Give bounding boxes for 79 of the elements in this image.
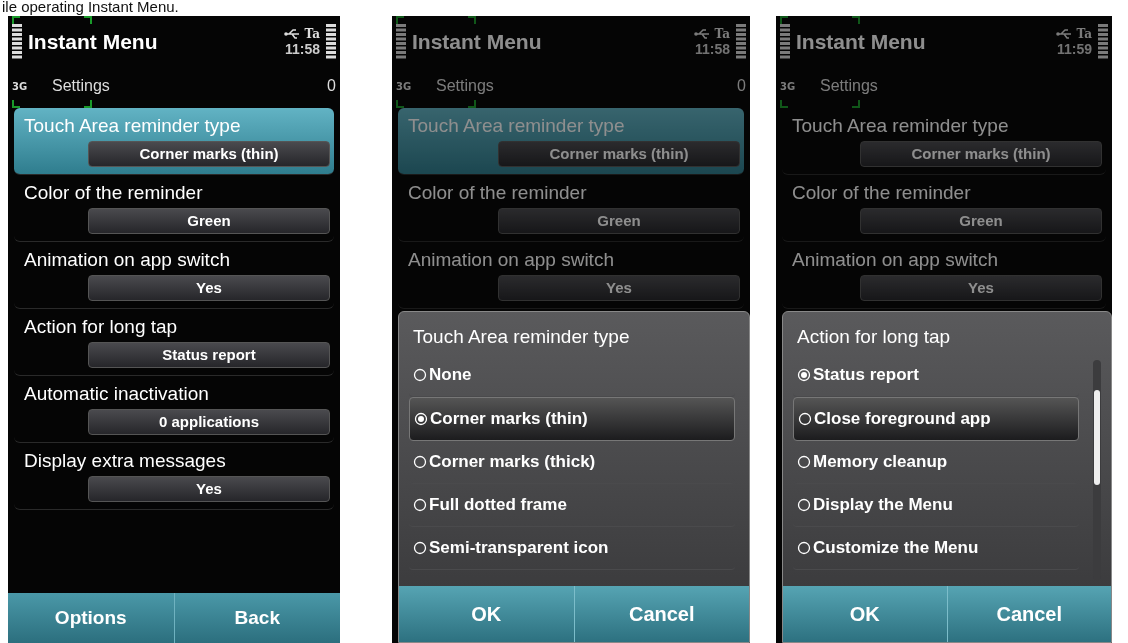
setting-label: Touch Area reminder type (792, 115, 1010, 137)
softkey-button[interactable]: Back (174, 593, 340, 643)
battery-icon (1098, 24, 1108, 60)
view-subtitle: Settings (436, 77, 495, 95)
dialog-title: Action for long tap (796, 325, 952, 349)
setting-item[interactable]: Touch Area reminder type Corner marks (thin) (14, 108, 334, 175)
setting-value-field[interactable]: Green (860, 208, 1102, 234)
setting-item[interactable]: Animation on app switch Yes (782, 242, 1106, 309)
caption-text: ile operating Instant Menu. (1, 0, 180, 16)
setting-label: Touch Area reminder type (408, 115, 626, 137)
battery-icon (326, 24, 336, 60)
setting-label: Animation on app switch (24, 249, 231, 271)
setting-item[interactable]: Color of the reminder Green (14, 175, 334, 242)
setting-value-field[interactable]: Corner marks (thin) (860, 141, 1102, 167)
dialog-button[interactable]: OK (399, 586, 575, 642)
setting-value-field[interactable]: Status report (88, 342, 330, 368)
signal-icon (396, 24, 406, 60)
setting-value-field[interactable]: Green (498, 208, 740, 234)
setting-value-field[interactable]: Yes (498, 275, 740, 301)
counter-text: 0 (327, 77, 336, 95)
setting-label: Display extra messages (24, 450, 227, 472)
dialog-title: Touch Area reminder type (412, 325, 631, 349)
setting-item[interactable]: Animation on app switch Yes (398, 242, 744, 309)
clock-time: 11:59 (1056, 41, 1092, 57)
setting-item[interactable]: Color of the reminder Green (398, 175, 744, 242)
clock-time: 11:58 (284, 41, 320, 57)
signal-icon (12, 24, 22, 60)
status-indicator: Ta (1076, 27, 1092, 41)
radio-option[interactable]: Close foreground app (793, 397, 1079, 441)
dialog-button[interactable]: OK (783, 586, 948, 642)
status-indicator: Ta (304, 27, 320, 41)
softkey-button[interactable]: Options (8, 593, 175, 643)
radio-option[interactable]: Display the Menu (793, 484, 1079, 527)
radio-option[interactable]: Customize the Menu (793, 527, 1079, 570)
battery-icon (736, 24, 746, 60)
setting-label: Action for long tap (24, 316, 179, 338)
dialog-button[interactable]: Cancel (947, 586, 1111, 642)
clock-time: 11:58 (694, 41, 730, 57)
counter-text: 0 (737, 77, 746, 95)
setting-item[interactable]: Touch Area reminder type Corner marks (thin) (398, 108, 744, 175)
network-type: 3G (12, 80, 29, 92)
setting-value-field[interactable]: Yes (88, 275, 330, 301)
app-title: Instant Menu (796, 30, 927, 54)
setting-value-field[interactable]: 0 applications (88, 409, 330, 435)
usb-icon (1056, 29, 1073, 39)
view-subtitle: Settings (52, 77, 111, 95)
setting-label: Color of the reminder (24, 182, 204, 204)
setting-label: Animation on app switch (792, 249, 999, 271)
view-subtitle: Settings (820, 77, 879, 95)
radio-option[interactable]: Corner marks (thin) (409, 397, 735, 441)
setting-item[interactable]: Animation on app switch Yes (14, 242, 334, 309)
radio-option[interactable]: Full dotted frame (409, 484, 735, 527)
setting-item[interactable]: Action for long tap Status report (14, 309, 334, 376)
setting-item[interactable]: Touch Area reminder type Corner marks (thin) (782, 108, 1106, 175)
setting-item[interactable]: Automatic inactivation 0 applications (14, 376, 334, 443)
radio-option[interactable]: Corner marks (thick) (409, 441, 735, 484)
signal-icon (780, 24, 790, 60)
setting-label: Automatic inactivation (24, 383, 210, 405)
setting-label: Touch Area reminder type (24, 115, 242, 137)
setting-item[interactable]: Display extra messages Yes (14, 443, 334, 510)
setting-label: Color of the reminder (408, 182, 588, 204)
radio-option[interactable]: Memory cleanup (793, 441, 1079, 484)
setting-label: Animation on app switch (408, 249, 615, 271)
usb-icon (694, 29, 711, 39)
usb-icon (284, 29, 301, 39)
setting-value-field[interactable]: Corner marks (thin) (498, 141, 740, 167)
network-type: 3G (396, 80, 413, 92)
setting-item[interactable]: Color of the reminder Green (782, 175, 1106, 242)
setting-value-field[interactable]: Yes (88, 476, 330, 502)
setting-label: Color of the reminder (792, 182, 972, 204)
setting-value-field[interactable]: Corner marks (thin) (88, 141, 330, 167)
status-indicator: Ta (714, 27, 730, 41)
setting-value-field[interactable]: Yes (860, 275, 1102, 301)
app-title: Instant Menu (412, 30, 543, 54)
network-type: 3G (780, 80, 797, 92)
dialog-button[interactable]: Cancel (574, 586, 749, 642)
app-title: Instant Menu (28, 30, 159, 54)
radio-option[interactable]: Semi-transparent icon (409, 527, 735, 570)
setting-value-field[interactable]: Green (88, 208, 330, 234)
